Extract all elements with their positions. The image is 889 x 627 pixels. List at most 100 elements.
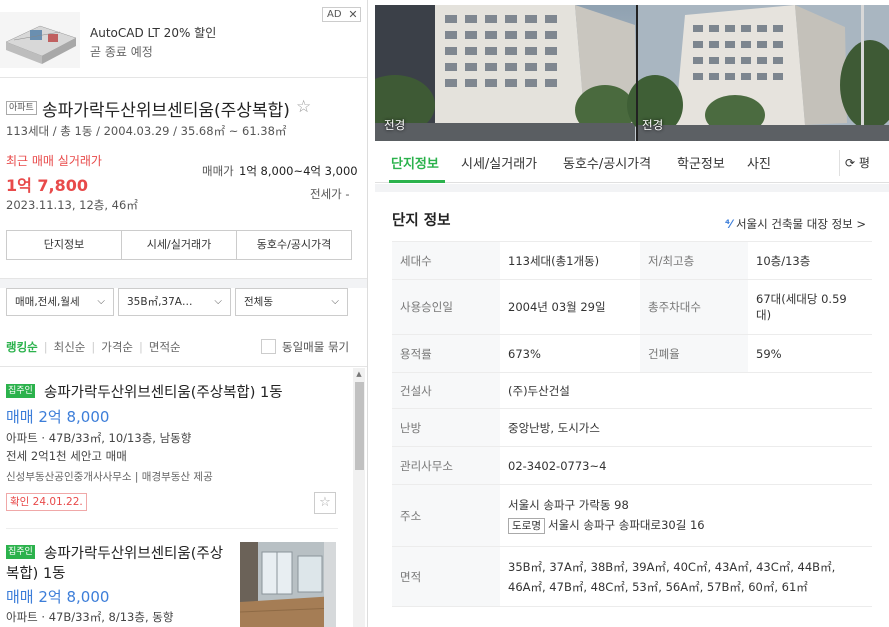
recent-trade-label: 최근 매매 실거래가 [6,154,102,168]
filter-label: 매매,전세,월세 [15,296,80,308]
listing-filters: 매매,전세,월세 ⌵ 35B㎡,37A… ⌵ 전체동 ⌵ [6,288,352,316]
tab-price-trades[interactable]: 시세/실거래가 [122,231,237,259]
sort-area[interactable]: 면적순 [149,339,181,355]
sort-price[interactable]: 가격순 [101,339,133,355]
building-register-link[interactable]: ⁴⁄ 서울시 건축물 대장 정보 > [725,216,866,232]
ad-title[interactable]: AutoCAD LT 20% 할인 [90,24,216,41]
tab-unit-official-price[interactable]: 동호수/공시가격 [237,231,351,259]
star-icon[interactable]: ☆ [314,492,336,514]
info-title: 단지 정보 [392,213,451,229]
builder-value: (주)두산건설 [500,372,872,409]
listing-title-line2[interactable]: 복합) 1동 [6,562,66,583]
complex-type-tag: 아파트 [6,101,37,115]
listing-price: 매매 2억 8,000 [6,408,110,426]
complex-name: 송파가락두산위브센티움(주상복합) [42,101,290,121]
close-icon[interactable]: ✕ [346,7,361,22]
building-register-label: 서울시 건축물 대장 정보 > [735,217,867,231]
chevron-down-icon: ⌵ [97,296,105,307]
tab-unit-official-price[interactable]: 동호수/공시가격 [563,153,651,172]
ad-banner[interactable]: AutoCAD LT 20% 할인 곧 종료 예정 AD ✕ [0,0,367,78]
photo-label: 전경 [384,118,406,132]
lot-address: 서울시 송파구 가락동 98 [508,498,629,512]
star-icon[interactable]: ☆ [296,97,311,117]
area-line: 35B㎡, 37A㎡, 38B㎡, 39A㎡, 40C㎡, 43A㎡, 43C㎡… [508,559,836,574]
road-name-tag: 도로명 [508,518,545,534]
chevron-down-icon: ⌵ [331,296,339,307]
filter-label: 전체동 [244,296,273,308]
recent-trade-price: 1억 7,800 [6,176,89,195]
area-unit-toggle[interactable]: ⟳ 평 [845,154,870,171]
ad-subtitle: 곧 종료 예정 [90,45,153,59]
ad-thumbnail[interactable] [0,12,80,68]
section-separator [0,278,367,288]
listing-photo[interactable] [240,542,336,627]
tab-complex-info[interactable]: 단지정보 [7,231,122,259]
filter-label: 35B㎡,37A… [127,296,193,308]
office-label: 관리사무소 [392,446,500,485]
sort-latest[interactable]: 최신순 [54,339,86,355]
road-address-line: 도로명 서울시 송파구 송파대로30길 16 [508,517,864,534]
right-panel: 전경 전경 단지정보 시세/실거래가 동호수/공시가격 학군정보 사진 ⟳ 평 … [375,0,889,627]
complex-meta: 113세대 / 총 1동 / 2004.03.29 / 35.68㎡ ~ 61.… [6,124,287,138]
trade-type-filter[interactable]: 매매,전세,월세 ⌵ [6,288,114,316]
tab-photos[interactable]: 사진 [747,153,771,172]
scroll-up-icon[interactable]: ▲ [353,368,365,380]
area-filter[interactable]: 35B㎡,37A… ⌵ [118,288,231,316]
tab-school[interactable]: 학군정보 [677,153,725,172]
scrollbar-thumb[interactable] [355,382,364,470]
table-row: 세대수 113세대(총1개동) 저/최고층 10층/13층 [392,241,872,280]
bcr-value: 59% [748,334,872,373]
item-divider [6,528,338,529]
floors-value: 10층/13층 [748,241,872,280]
refresh-icon: ⟳ [845,156,859,170]
table-row: 사용승인일 2004년 03월 29일 총주차대수 67대(세대당 0.59 대… [392,279,872,335]
same-listing-label[interactable]: 동일매물 묶기 [282,339,349,355]
sort-ranking[interactable]: 랭킹순 [6,339,38,355]
parking-label: 총주차대수 [640,279,748,335]
ad-badge: AD [322,7,347,22]
listing-title-line1[interactable]: 송파가락두산위브센티움(주상 [44,542,223,563]
sale-price-range: 1억 8,000~4억 3,000 [239,164,358,178]
address-label: 주소 [392,484,500,547]
area-label: 면적 [392,546,500,607]
owner-badge: 집주인 [6,545,35,559]
approval-label: 사용승인일 [392,279,500,335]
tab-price-trades[interactable]: 시세/실거래가 [461,153,537,172]
households-value: 113세대(총1개동) [500,241,640,280]
office-phone[interactable]: 02-3402-0773~4 [500,446,872,485]
complex-info-table: 세대수 113세대(총1개동) 저/최고층 10층/13층 사용승인일 2004… [392,241,872,607]
floors-label: 저/최고층 [640,241,748,280]
area-values: 35B㎡, 37A㎡, 38B㎡, 39A㎡, 40C㎡, 43A㎡, 43C㎡… [500,546,872,607]
tab-complex-info[interactable]: 단지정보 [391,153,439,172]
heating-label: 난방 [392,408,500,447]
table-row: 용적률 673% 건폐율 59% [392,334,872,373]
builder-label: 건설사 [392,372,500,409]
same-listing-checkbox[interactable] [261,339,276,354]
sale-price-label: 매매가 [202,164,234,178]
table-row: 건설사 (주)두산건설 [392,372,872,409]
sort-options: 랭킹순 | 최신순 | 가격순 | 면적순 [6,339,181,355]
complex-tab-buttons: 단지정보 시세/실거래가 동호수/공시가격 [6,230,352,260]
complex-photos[interactable]: 전경 전경 [375,5,889,141]
table-row: 주소 서울시 송파구 가락동 98 도로명 서울시 송파구 송파대로30길 16 [392,484,872,547]
listing-spec: 아파트 · 47B/33㎡, 10/13층, 남동향 [6,431,192,445]
active-tab-indicator [389,180,445,183]
road-address: 서울시 송파구 송파대로30길 16 [547,518,705,532]
building-filter[interactable]: 전체동 ⌵ [235,288,348,316]
table-row: 난방 중앙난방, 도시가스 [392,408,872,447]
area-unit-label: 평 [858,156,870,170]
chevron-down-icon: ⌵ [214,296,222,307]
parking-value: 67대(세대당 0.59 대) [748,279,872,335]
address-value: 서울시 송파구 가락동 98 도로명 서울시 송파구 송파대로30길 16 [500,484,872,547]
listing-agent[interactable]: 신성부동산공인중개사사무소 | 매경부동산 제공 [6,469,213,484]
far-value: 673% [500,334,640,373]
households-label: 세대수 [392,241,500,280]
left-panel: AutoCAD LT 20% 할인 곧 종료 예정 AD ✕ 아파트 송파가락두… [0,0,368,627]
section-separator [375,184,889,192]
listing-title[interactable]: 송파가락두산위브센티움(주상복합) 1동 [44,381,283,402]
confirm-date-badge: 확인 24.01.22. [6,493,87,511]
far-label: 용적률 [392,334,500,373]
link-icon: ⁴⁄ [725,217,736,231]
table-row: 관리사무소 02-3402-0773~4 [392,446,872,485]
area-line: 46A㎡, 47B㎡, 48C㎡, 53㎡, 56A㎡, 57B㎡, 60㎡, … [508,579,808,594]
